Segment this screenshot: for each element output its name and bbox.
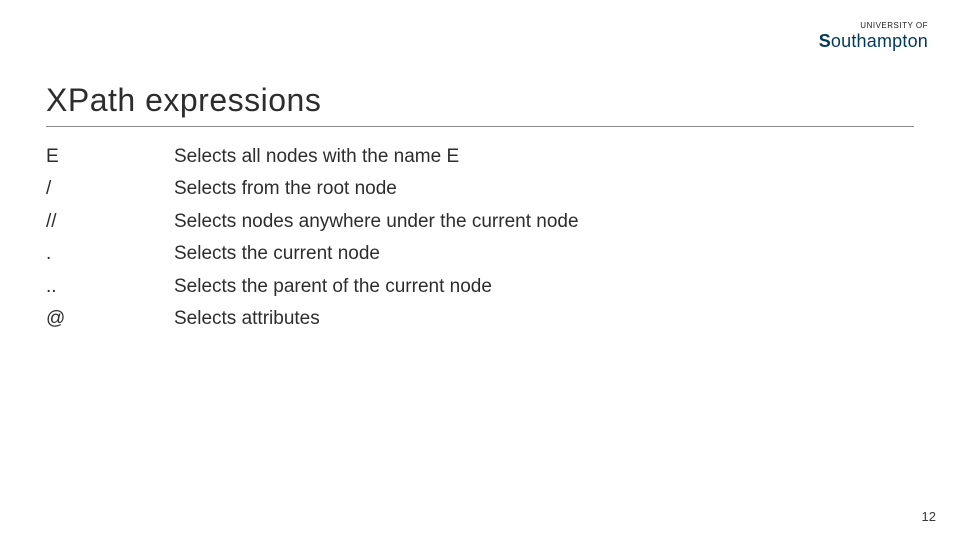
logo-main: Southampton	[819, 32, 928, 50]
page-number: 12	[922, 509, 936, 524]
expressions-table: E Selects all nodes with the name E / Se…	[46, 142, 914, 336]
table-row: .. Selects the parent of the current nod…	[46, 272, 914, 302]
slide: UNIVERSITY OF Southampton XPath expressi…	[0, 0, 960, 540]
title-underline	[46, 126, 914, 127]
table-row: / Selects from the root node	[46, 174, 914, 204]
xpath-description: Selects from the root node	[174, 174, 914, 204]
xpath-symbol: E	[46, 142, 174, 172]
table-row: @ Selects attributes	[46, 304, 914, 334]
logo-rest: outhampton	[831, 31, 928, 51]
xpath-description: Selects all nodes with the name E	[174, 142, 914, 172]
logo-prefix: S	[819, 31, 831, 51]
slide-title: XPath expressions	[46, 82, 321, 125]
table-row: E Selects all nodes with the name E	[46, 142, 914, 172]
table-row: . Selects the current node	[46, 239, 914, 269]
xpath-description: Selects nodes anywhere under the current…	[174, 207, 914, 237]
xpath-description: Selects the current node	[174, 239, 914, 269]
xpath-description: Selects the parent of the current node	[174, 272, 914, 302]
table-row: // Selects nodes anywhere under the curr…	[46, 207, 914, 237]
logo-top-line: UNIVERSITY OF	[819, 22, 928, 30]
xpath-description: Selects attributes	[174, 304, 914, 334]
university-logo: UNIVERSITY OF Southampton	[819, 22, 928, 50]
xpath-symbol: /	[46, 174, 174, 204]
xpath-symbol: @	[46, 304, 174, 334]
xpath-symbol: ..	[46, 272, 174, 302]
xpath-symbol: //	[46, 207, 174, 237]
xpath-symbol: .	[46, 239, 174, 269]
